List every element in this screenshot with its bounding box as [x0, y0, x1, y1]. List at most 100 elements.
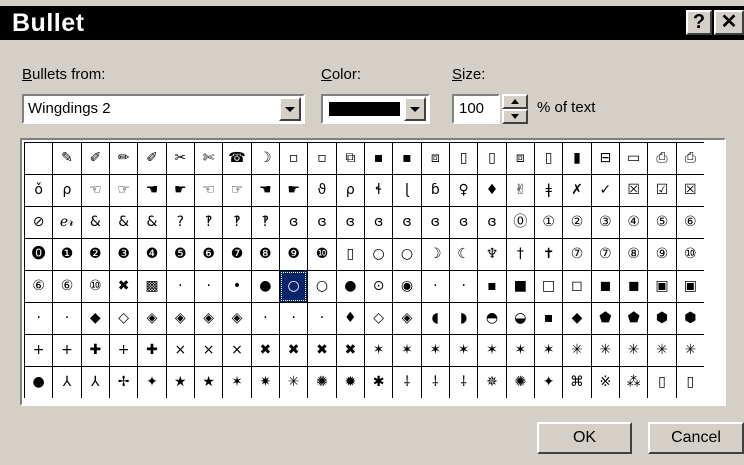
symbol-cell[interactable]: ⬢ — [648, 303, 676, 334]
symbol-cell[interactable]: ✶ — [393, 335, 421, 366]
symbol-cell[interactable]: × — [223, 335, 251, 366]
symbol-cell[interactable]: ⑦ — [591, 239, 619, 270]
symbol-cell[interactable]: ϑ — [308, 175, 336, 206]
symbol-cell[interactable]: ⅄ — [81, 367, 109, 398]
symbol-cell[interactable]: ✳ — [648, 335, 676, 366]
symbol-cell[interactable]: ★ — [166, 367, 194, 398]
symbol-cell[interactable]: ☾ — [450, 239, 478, 270]
symbol-cell[interactable]: ɞ — [393, 207, 421, 238]
symbol-cell[interactable]: ɞ — [450, 207, 478, 238]
symbol-cell[interactable]: ● — [251, 271, 279, 302]
symbol-cell[interactable]: & — [81, 207, 109, 238]
symbol-cell[interactable]: ⬢ — [676, 303, 704, 334]
symbol-cell[interactable]: ɭ — [393, 175, 421, 206]
symbol-cell[interactable]: ▩ — [138, 271, 166, 302]
symbol-cell[interactable]: ⑧ — [620, 239, 648, 270]
symbol-cell[interactable]: ① — [535, 207, 563, 238]
symbol-cell[interactable]: ▣ — [648, 271, 676, 302]
symbol-cell[interactable]: ✚ — [81, 335, 109, 366]
size-decrease-button[interactable] — [502, 109, 528, 124]
symbol-cell[interactable]: ⸸ — [450, 367, 478, 398]
symbol-cell[interactable]: ❷ — [81, 239, 109, 270]
symbol-cell[interactable]: ✳ — [280, 367, 308, 398]
symbol-cell[interactable]: ☽ — [251, 143, 279, 174]
symbol-cell[interactable]: ▪ — [478, 271, 506, 302]
symbol-cell[interactable]: ǒ — [25, 175, 53, 206]
symbol-cell[interactable]: ❶ — [53, 239, 81, 270]
symbol-cell[interactable]: ☎ — [223, 143, 251, 174]
color-dropdown-button[interactable] — [404, 97, 426, 121]
symbol-cell[interactable]: ▫ — [280, 143, 308, 174]
bullets-from-dropdown-button[interactable] — [279, 97, 301, 121]
close-button[interactable]: ✕ — [714, 10, 744, 35]
symbol-cell[interactable]: ⎙ — [648, 143, 676, 174]
symbol-cell[interactable] — [25, 143, 53, 174]
symbol-cell[interactable]: × — [166, 335, 194, 366]
symbol-cell[interactable]: ⧉ — [336, 143, 364, 174]
symbol-cell[interactable]: · — [450, 271, 478, 302]
symbol-cell[interactable]: · — [251, 303, 279, 334]
symbol-cell[interactable]: ⁂ — [620, 367, 648, 398]
symbol-grid[interactable]: ✎ ✐ ✏ ✐ ✂ ✄ ☎ ☽ ▫ ▫ ⧉ ▪ ▪ ⧈ ▯ ▯ ⧈ ▯ ▮ ⊟ ▭ ⎙ ⎙ ǒ ρ ☜ ☞ ☚ ☛ ☜ ☞ ☚ ☛ ϑ ρ ɬ ɭ ɓ ♀ ♦… — [24, 142, 704, 398]
symbol-cell[interactable]: ⑩ — [81, 271, 109, 302]
symbol-cell[interactable]: ❸ — [110, 239, 138, 270]
symbol-cell[interactable]: ɞ — [421, 207, 449, 238]
symbol-cell[interactable]: ✺ — [308, 367, 336, 398]
symbol-cell[interactable]: ② — [563, 207, 591, 238]
symbol-cell[interactable]: ρ — [53, 175, 81, 206]
symbol-cell[interactable]: + — [53, 335, 81, 366]
symbol-cell[interactable]: ✶ — [535, 335, 563, 366]
symbol-cell[interactable]: ⑤ — [648, 207, 676, 238]
symbol-cell[interactable]: ⓪ — [506, 207, 534, 238]
symbol-cell[interactable]: ♦ — [478, 175, 506, 206]
symbol-cell[interactable]: ✺ — [506, 367, 534, 398]
symbol-cell[interactable]: ◇ — [365, 303, 393, 334]
symbol-cell[interactable]: ɞ — [336, 207, 364, 238]
symbol-cell[interactable]: · — [53, 303, 81, 334]
symbol-cell[interactable]: □ — [535, 271, 563, 302]
symbol-cell[interactable]: ▪ — [535, 303, 563, 334]
symbol-cell[interactable]: ✖ — [251, 335, 279, 366]
symbol-cell[interactable]: ◼ — [591, 271, 619, 302]
symbol-cell[interactable]: ✶ — [223, 367, 251, 398]
symbol-cell[interactable]: ✎ — [53, 143, 81, 174]
symbol-cell[interactable]: ✳ — [591, 335, 619, 366]
symbol-cell[interactable]: ✏ — [110, 143, 138, 174]
symbol-cell[interactable]: ☜ — [195, 175, 223, 206]
symbol-cell[interactable]: ⬟ — [620, 303, 648, 334]
symbol-cell[interactable]: ◈ — [138, 303, 166, 334]
symbol-cell[interactable]: ɞ — [365, 207, 393, 238]
symbol-cell[interactable]: ✐ — [138, 143, 166, 174]
symbol-cell[interactable]: ⊙ — [365, 271, 393, 302]
symbol-cell[interactable]: ◓ — [478, 303, 506, 334]
symbol-cell[interactable]: ▯ — [478, 143, 506, 174]
symbol-cell[interactable]: ✦ — [535, 367, 563, 398]
symbol-cell[interactable]: ? — [166, 207, 194, 238]
symbol-cell[interactable]: · — [421, 271, 449, 302]
symbol-cell[interactable]: ✶ — [506, 335, 534, 366]
symbol-cell[interactable]: ✶ — [421, 335, 449, 366]
symbol-cell[interactable]: ③ — [591, 207, 619, 238]
symbol-cell[interactable]: ■ — [506, 271, 534, 302]
symbol-cell[interactable]: ɬ — [365, 175, 393, 206]
symbol-cell[interactable]: × — [195, 335, 223, 366]
symbol-cell[interactable]: ◈ — [223, 303, 251, 334]
symbol-cell[interactable]: ▮ — [563, 143, 591, 174]
symbol-cell[interactable]: ℯ𝓇 — [53, 207, 81, 238]
symbol-cell[interactable]: ◇ — [110, 303, 138, 334]
symbol-cell[interactable]: ❾ — [280, 239, 308, 270]
symbol-cell[interactable]: ✗ — [563, 175, 591, 206]
symbol-cell[interactable]: ☚ — [251, 175, 279, 206]
symbol-cell[interactable]: · — [25, 303, 53, 334]
symbol-cell[interactable]: ▭ — [620, 143, 648, 174]
symbol-cell[interactable]: ✶ — [365, 335, 393, 366]
symbol-cell[interactable]: ☚ — [138, 175, 166, 206]
symbol-cell[interactable]: ☜ — [81, 175, 109, 206]
symbol-cell[interactable]: ◈ — [393, 303, 421, 334]
symbol-cell[interactable]: ⧈ — [506, 143, 534, 174]
symbol-cell[interactable]: ♆ — [478, 239, 506, 270]
symbol-cell[interactable]: ◼ — [620, 271, 648, 302]
symbol-cell[interactable]: ɞ — [308, 207, 336, 238]
symbol-cell[interactable]: ɞ — [280, 207, 308, 238]
symbol-cell[interactable]: ✓ — [591, 175, 619, 206]
